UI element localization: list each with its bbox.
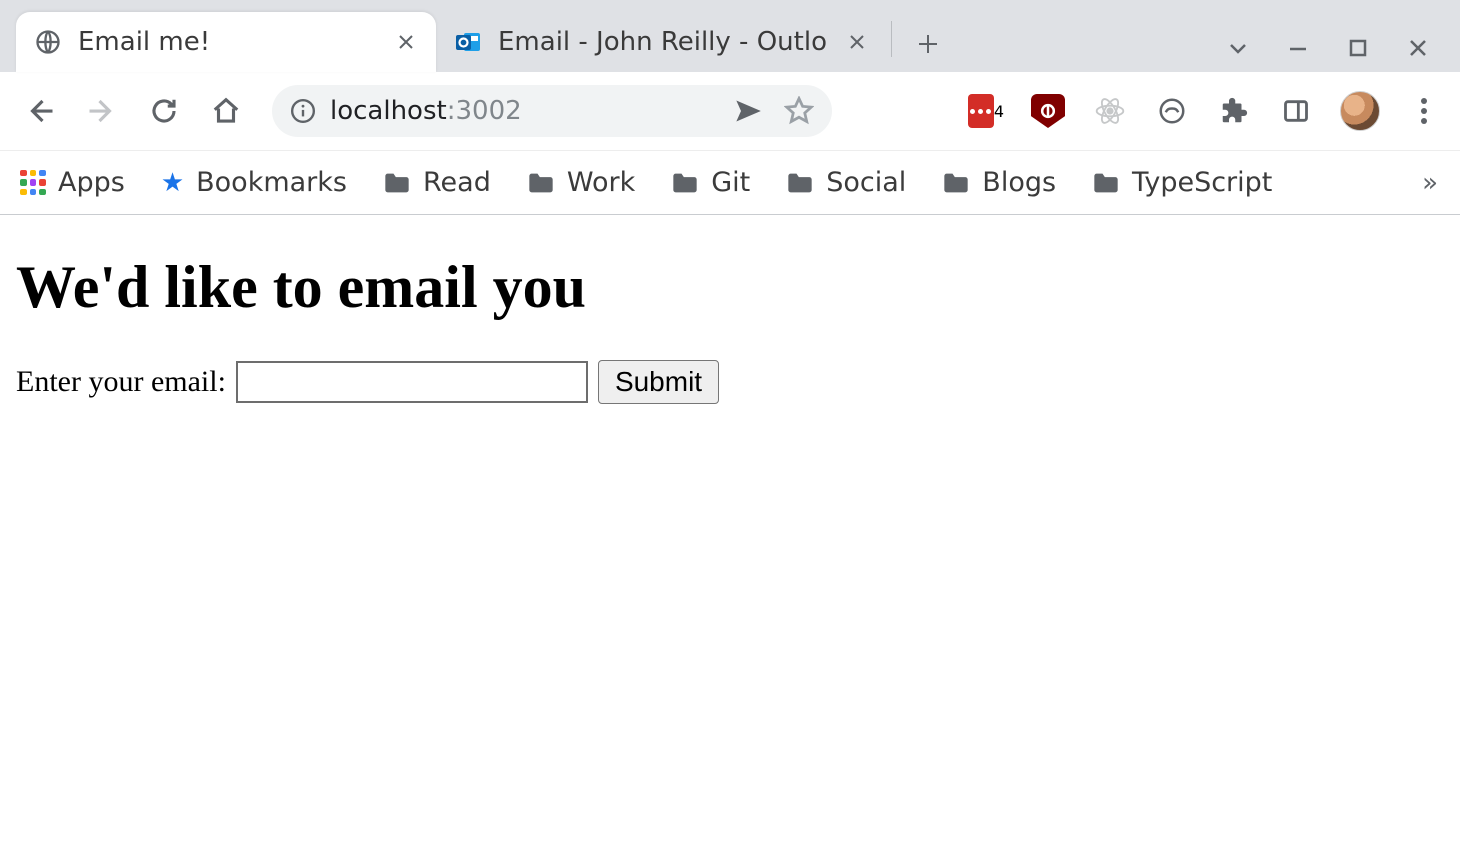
email-label: Enter your email: — [16, 365, 226, 399]
forward-button[interactable] — [80, 89, 124, 133]
bookmarks-apps[interactable]: Apps — [20, 167, 125, 198]
react-devtools-extension-icon[interactable] — [1092, 93, 1128, 129]
bookmarks-bar: Apps ★ Bookmarks Read Work Git Social Bl… — [0, 150, 1460, 214]
toolbar-extensions: 4 — [968, 91, 1442, 131]
outlook-icon — [454, 28, 482, 56]
bookmark-label: Bookmarks — [196, 167, 347, 198]
profile-avatar[interactable] — [1340, 91, 1380, 131]
tab-title: Email - John Reilly - Outlo — [498, 27, 827, 57]
new-tab-button[interactable] — [908, 24, 948, 64]
url-host: localhost — [330, 96, 447, 126]
folder-icon — [527, 171, 555, 195]
page-heading: We'd like to email you — [16, 253, 1444, 322]
bookmark-label: Work — [567, 167, 635, 198]
bookmark-social[interactable]: Social — [786, 167, 906, 198]
kebab-menu-icon[interactable] — [1406, 93, 1442, 129]
folder-icon — [786, 171, 814, 195]
maximize-button[interactable] — [1344, 34, 1372, 62]
star-icon: ★ — [161, 168, 184, 198]
window-close-button[interactable] — [1404, 34, 1432, 62]
browser-chrome: Email me! Email - John Reilly - Outlo — [0, 0, 1460, 215]
bookmark-work[interactable]: Work — [527, 167, 635, 198]
globe-icon — [34, 28, 62, 56]
bookmark-label: Apps — [58, 167, 125, 198]
back-button[interactable] — [18, 89, 62, 133]
send-icon[interactable] — [734, 97, 762, 125]
bookmark-label: Git — [711, 167, 750, 198]
tab-separator — [891, 21, 892, 57]
home-button[interactable] — [204, 89, 248, 133]
site-info-icon[interactable] — [290, 98, 316, 124]
tab-email-me[interactable]: Email me! — [16, 12, 436, 72]
minimize-button[interactable] — [1284, 34, 1312, 62]
bookmark-typescript[interactable]: TypeScript — [1092, 167, 1272, 198]
lastpass-extension-icon[interactable]: 4 — [968, 93, 1004, 129]
url-port: :3002 — [447, 96, 522, 126]
bookmark-blogs[interactable]: Blogs — [942, 167, 1056, 198]
bookmark-star-icon[interactable] — [784, 96, 814, 126]
extension-badge: 4 — [994, 102, 1004, 121]
tab-strip: Email me! Email - John Reilly - Outlo — [0, 0, 1460, 72]
bookmarks-overflow-button[interactable]: » — [1422, 168, 1440, 198]
window-controls — [1224, 34, 1452, 72]
tab-search-button[interactable] — [1224, 34, 1252, 62]
bookmark-git[interactable]: Git — [671, 167, 750, 198]
tab-title: Email me! — [78, 27, 376, 57]
extensions-menu-icon[interactable] — [1216, 93, 1252, 129]
folder-icon — [671, 171, 699, 195]
address-bar[interactable]: localhost:3002 — [272, 85, 832, 137]
folder-icon — [1092, 171, 1120, 195]
page-content: We'd like to email you Enter your email:… — [0, 215, 1460, 432]
bookmark-label: Social — [826, 167, 906, 198]
bookmark-label: TypeScript — [1132, 167, 1272, 198]
submit-button[interactable]: Submit — [598, 360, 719, 404]
url-text: localhost:3002 — [330, 96, 522, 126]
folder-icon — [942, 171, 970, 195]
bookmark-bookmarks[interactable]: ★ Bookmarks — [161, 167, 347, 198]
folder-icon — [383, 171, 411, 195]
ublock-extension-icon[interactable] — [1030, 93, 1066, 129]
bookmark-label: Read — [423, 167, 491, 198]
toolbar: localhost:3002 4 — [0, 72, 1460, 150]
close-icon[interactable] — [392, 28, 420, 56]
reload-button[interactable] — [142, 89, 186, 133]
email-form: Enter your email: Submit — [16, 360, 1444, 404]
side-panel-icon[interactable] — [1278, 93, 1314, 129]
email-input[interactable] — [236, 361, 588, 403]
apps-grid-icon — [20, 170, 46, 196]
extension-icon[interactable] — [1154, 93, 1190, 129]
bookmark-read[interactable]: Read — [383, 167, 491, 198]
tab-outlook[interactable]: Email - John Reilly - Outlo — [436, 12, 887, 72]
close-icon[interactable] — [843, 28, 871, 56]
bookmark-label: Blogs — [982, 167, 1056, 198]
